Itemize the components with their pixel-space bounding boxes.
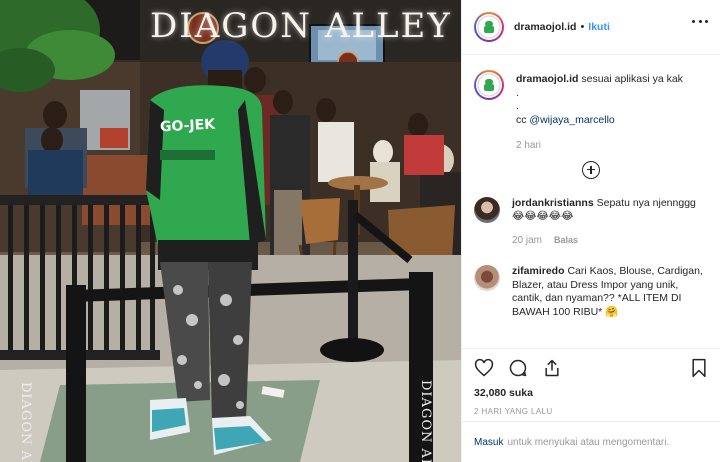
photo-jacket-text: GO-JEK [159, 116, 216, 136]
comment-username[interactable]: jordankristianns [512, 197, 594, 209]
likes-count[interactable]: 32,080 suka [474, 387, 708, 399]
login-prompt: Masuk untuk menyukai atau mengomentari. [462, 421, 720, 462]
share-icon[interactable] [542, 358, 562, 378]
comment-icon[interactable] [508, 358, 528, 378]
instagram-post: DIAGON ALLEY GO-JEK DIAGON ALLEY DIAGON … [0, 0, 720, 462]
plus-circle-icon[interactable] [582, 160, 600, 179]
comments-section: dramaojol.id sesuai aplikasi ya kak . . … [462, 56, 720, 348]
photo-post-text-right: DIAGON ALLEY [418, 380, 433, 462]
caption-text: sesuai aplikasi ya kak [581, 73, 683, 85]
profile-avatar[interactable] [474, 12, 504, 42]
caption: dramaojol.id sesuai aplikasi ya kak . . … [474, 70, 708, 153]
comment-item: zifamiredo Cari Kaos, Blouse, Cardigan, … [474, 265, 708, 319]
caption-dot-1: . [516, 86, 519, 99]
comment-body: zifamiredo Cari Kaos, Blouse, Cardigan, … [512, 265, 708, 319]
post-photo[interactable]: DIAGON ALLEY GO-JEK DIAGON ALLEY DIAGON … [0, 0, 461, 462]
comment-avatar[interactable] [474, 196, 500, 223]
post-actions: 32,080 suka 2 HARI YANG LALU [462, 348, 720, 416]
post-date[interactable]: 2 HARI YANG LALU [474, 407, 708, 416]
header-username[interactable]: dramaojol.id [514, 21, 576, 33]
caption-dot-2: . [516, 100, 519, 112]
caption-time[interactable]: 2 hari [516, 139, 541, 153]
login-prompt-text: untuk menyukai atau mengomentari. [507, 436, 670, 448]
load-more-comments[interactable] [474, 160, 708, 179]
caption-avatar[interactable] [474, 70, 504, 100]
action-icons [474, 355, 708, 381]
follow-button[interactable]: Ikuti [588, 21, 610, 33]
post-header: dramaojol.id • Ikuti [462, 0, 720, 55]
profile-logo [477, 15, 501, 39]
caption-body: dramaojol.id sesuai aplikasi ya kak . . … [516, 73, 683, 153]
caption-profile-logo [477, 73, 501, 97]
reply-button[interactable]: Balas [554, 234, 578, 248]
photo-post-text-left: DIAGON ALLEY [18, 382, 33, 462]
login-link[interactable]: Masuk [474, 437, 503, 448]
comment-item: jordankristianns Sepatu nya njennggg 😂😂😂… [474, 196, 708, 248]
caption-meta: 2 hari [516, 139, 683, 153]
more-options-icon[interactable] [692, 20, 708, 24]
caption-mention-link[interactable]: @wijaya_marcello [529, 114, 614, 126]
comment-time: 20 jam [512, 234, 543, 246]
bookmark-icon[interactable] [690, 358, 708, 378]
comment-meta: 20 jam Balas [512, 234, 708, 248]
photo-scene [0, 0, 461, 462]
caption-cc-prefix: cc [516, 113, 530, 126]
comment-username[interactable]: zifamiredo [512, 265, 565, 277]
comment-body: jordankristianns Sepatu nya njennggg 😂😂😂… [512, 197, 708, 248]
comment-avatar[interactable] [474, 265, 500, 291]
caption-username[interactable]: dramaojol.id [516, 73, 578, 85]
photo-sign-text: DIAGON ALLEY [150, 6, 452, 46]
post-side-panel: dramaojol.id • Ikuti dramaojol.id sesuai… [461, 0, 720, 462]
header-separator: • [580, 21, 585, 33]
heart-icon[interactable] [474, 358, 494, 378]
